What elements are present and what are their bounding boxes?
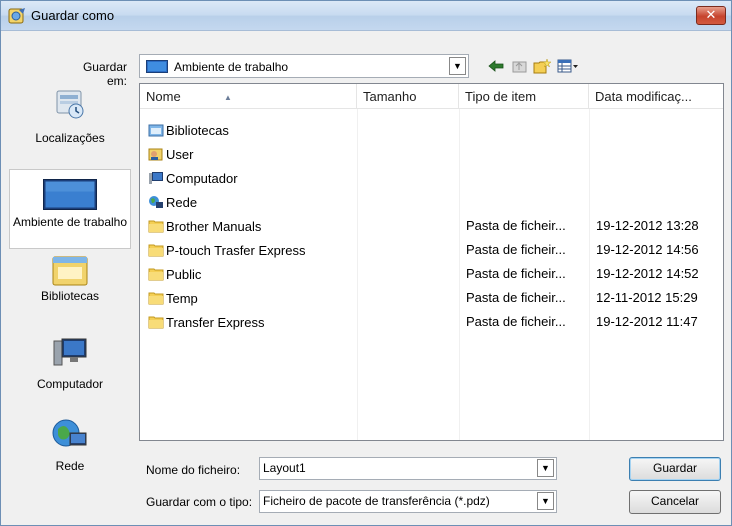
file-type-cell: Pasta de ficheir... — [466, 314, 566, 329]
recent-locations-icon — [56, 90, 84, 119]
place-desktop[interactable]: Ambiente de trabalho — [9, 169, 131, 249]
place-computer[interactable]: Computador — [9, 335, 131, 391]
column-header-label: Nome — [146, 89, 181, 104]
file-name-value: Layout1 — [263, 461, 306, 475]
file-name-text: User — [166, 147, 194, 162]
folder-icon — [148, 290, 164, 306]
place-label: Rede — [55, 459, 85, 473]
save-in-dropdown[interactable]: Ambiente de trabalho ▼ — [139, 54, 469, 78]
file-date-cell: 19-12-2012 11:47 — [596, 314, 698, 329]
title-bar[interactable]: Guardar como ✕ — [1, 1, 731, 31]
place-label: Bibliotecas — [40, 289, 100, 303]
file-name-text: P-touch Trasfer Express — [166, 243, 306, 258]
list-item[interactable]: Bibliotecas — [140, 118, 723, 142]
new-folder-icon[interactable] — [533, 58, 551, 74]
file-type-cell: Pasta de ficheir... — [466, 242, 566, 257]
list-item[interactable]: Temp Pasta de ficheir... 12-11-2012 15:29 — [140, 286, 723, 310]
column-header-size[interactable]: Tamanho — [357, 84, 459, 109]
column-header-date[interactable]: Data modificaç... — [589, 84, 723, 109]
column-header-label: Data modificaç... — [595, 89, 692, 104]
sort-ascending-icon: ▲ — [224, 93, 232, 102]
save-button[interactable]: Guardar — [629, 457, 721, 481]
file-name-cell: Brother Manuals — [148, 218, 261, 234]
file-name-cell: P-touch Trasfer Express — [148, 242, 305, 258]
place-label: Ambiente de trabalho — [12, 215, 128, 229]
file-name-text: Transfer Express — [166, 315, 265, 330]
file-name-label: Nome do ficheiro: — [146, 463, 241, 477]
folder-icon — [148, 266, 164, 282]
column-header-name[interactable]: Nome ▲ — [140, 84, 357, 109]
computer-icon — [148, 170, 164, 186]
chevron-down-icon[interactable]: ▼ — [449, 57, 466, 75]
file-name-text: Bibliotecas — [166, 123, 229, 138]
list-item[interactable]: Transfer Express Pasta de ficheir... 19-12… — [140, 310, 723, 334]
folder-icon — [148, 218, 164, 234]
file-date-cell: 12-11-2012 15:29 — [596, 290, 698, 305]
dialog-title: Guardar como — [31, 8, 115, 23]
place-libraries[interactable]: Bibliotecas — [9, 253, 131, 303]
file-name-text: Brother Manuals — [166, 219, 262, 234]
file-type-label: Guardar com o tipo: — [146, 495, 253, 509]
file-name-cell: Temp — [148, 290, 198, 306]
back-icon[interactable] — [487, 58, 505, 74]
folder-icon — [148, 242, 164, 258]
up-folder-icon[interactable] — [511, 58, 529, 74]
file-type-value: Ficheiro de pacote de transferência (*.p… — [263, 494, 490, 508]
file-name-cell: Computador — [148, 170, 238, 186]
close-button[interactable]: ✕ — [696, 6, 726, 25]
file-name-input[interactable]: Layout1 ▼ — [259, 457, 557, 480]
column-header-label: Tamanho — [363, 89, 417, 104]
place-network[interactable]: Rede — [9, 417, 131, 473]
list-item[interactable]: Brother Manuals Pasta de ficheir... 19-12-… — [140, 214, 723, 238]
close-icon: ✕ — [705, 7, 717, 22]
file-name-text: Public — [166, 267, 202, 282]
cancel-button[interactable]: Cancelar — [629, 490, 721, 514]
column-header-type[interactable]: Tipo de item — [459, 84, 589, 109]
libraries-icon — [52, 256, 88, 286]
save-in-value: Ambiente de trabalho — [174, 60, 289, 74]
network-icon — [52, 419, 87, 447]
file-list[interactable]: Nome ▲ Tamanho Tipo de item Data modific… — [139, 83, 724, 441]
places-bar: Localizações Ambiente de trabalho Biblio… — [9, 83, 131, 483]
libraries-icon — [148, 122, 164, 138]
chevron-down-icon[interactable]: ▼ — [537, 492, 554, 510]
file-name-cell: Public — [148, 266, 201, 282]
list-item[interactable]: P-touch Trasfer Express Pasta de ficheir.… — [140, 238, 723, 262]
save-dialog-icon — [8, 8, 25, 24]
file-date-cell: 19-12-2012 14:52 — [596, 266, 699, 281]
place-recent-locations[interactable]: Localizações — [9, 87, 131, 145]
list-item[interactable]: User — [140, 142, 723, 166]
list-item[interactable]: Public Pasta de ficheir... 19-12-2012 14:5… — [140, 262, 723, 286]
file-type-cell: Pasta de ficheir... — [466, 290, 566, 305]
file-name-cell: Transfer Express — [148, 314, 265, 330]
list-item[interactable]: Rede — [140, 190, 723, 214]
save-as-dialog: Guardar como ✕ Guardar em: Ambiente de t… — [0, 0, 732, 526]
place-label: Computador — [36, 377, 104, 391]
chevron-down-icon[interactable]: ▼ — [537, 459, 554, 477]
file-name-text: Temp — [166, 291, 198, 306]
file-type-cell: Pasta de ficheir... — [466, 218, 566, 233]
computer-icon — [53, 338, 87, 366]
desktop-icon — [146, 60, 168, 73]
file-name-cell: Bibliotecas — [148, 122, 229, 138]
file-date-cell: 19-12-2012 13:28 — [596, 218, 699, 233]
file-name-cell: User — [148, 146, 193, 162]
file-name-text: Rede — [166, 195, 198, 210]
file-type-cell: Pasta de ficheir... — [466, 266, 566, 281]
file-name-text: Computador — [166, 171, 238, 186]
place-label: Localizações — [35, 131, 105, 145]
network-icon — [148, 194, 164, 210]
file-name-cell: Rede — [148, 194, 197, 210]
user-icon — [148, 146, 164, 162]
column-header-label: Tipo de item — [465, 89, 537, 104]
file-type-select[interactable]: Ficheiro de pacote de transferência (*.p… — [259, 490, 557, 513]
view-menu-icon[interactable] — [557, 58, 579, 74]
desktop-icon — [43, 179, 97, 210]
list-item[interactable]: Computador — [140, 166, 723, 190]
folder-icon — [148, 314, 164, 330]
list-header: Nome ▲ Tamanho Tipo de item Data modific… — [140, 84, 723, 109]
file-date-cell: 19-12-2012 14:56 — [596, 242, 699, 257]
